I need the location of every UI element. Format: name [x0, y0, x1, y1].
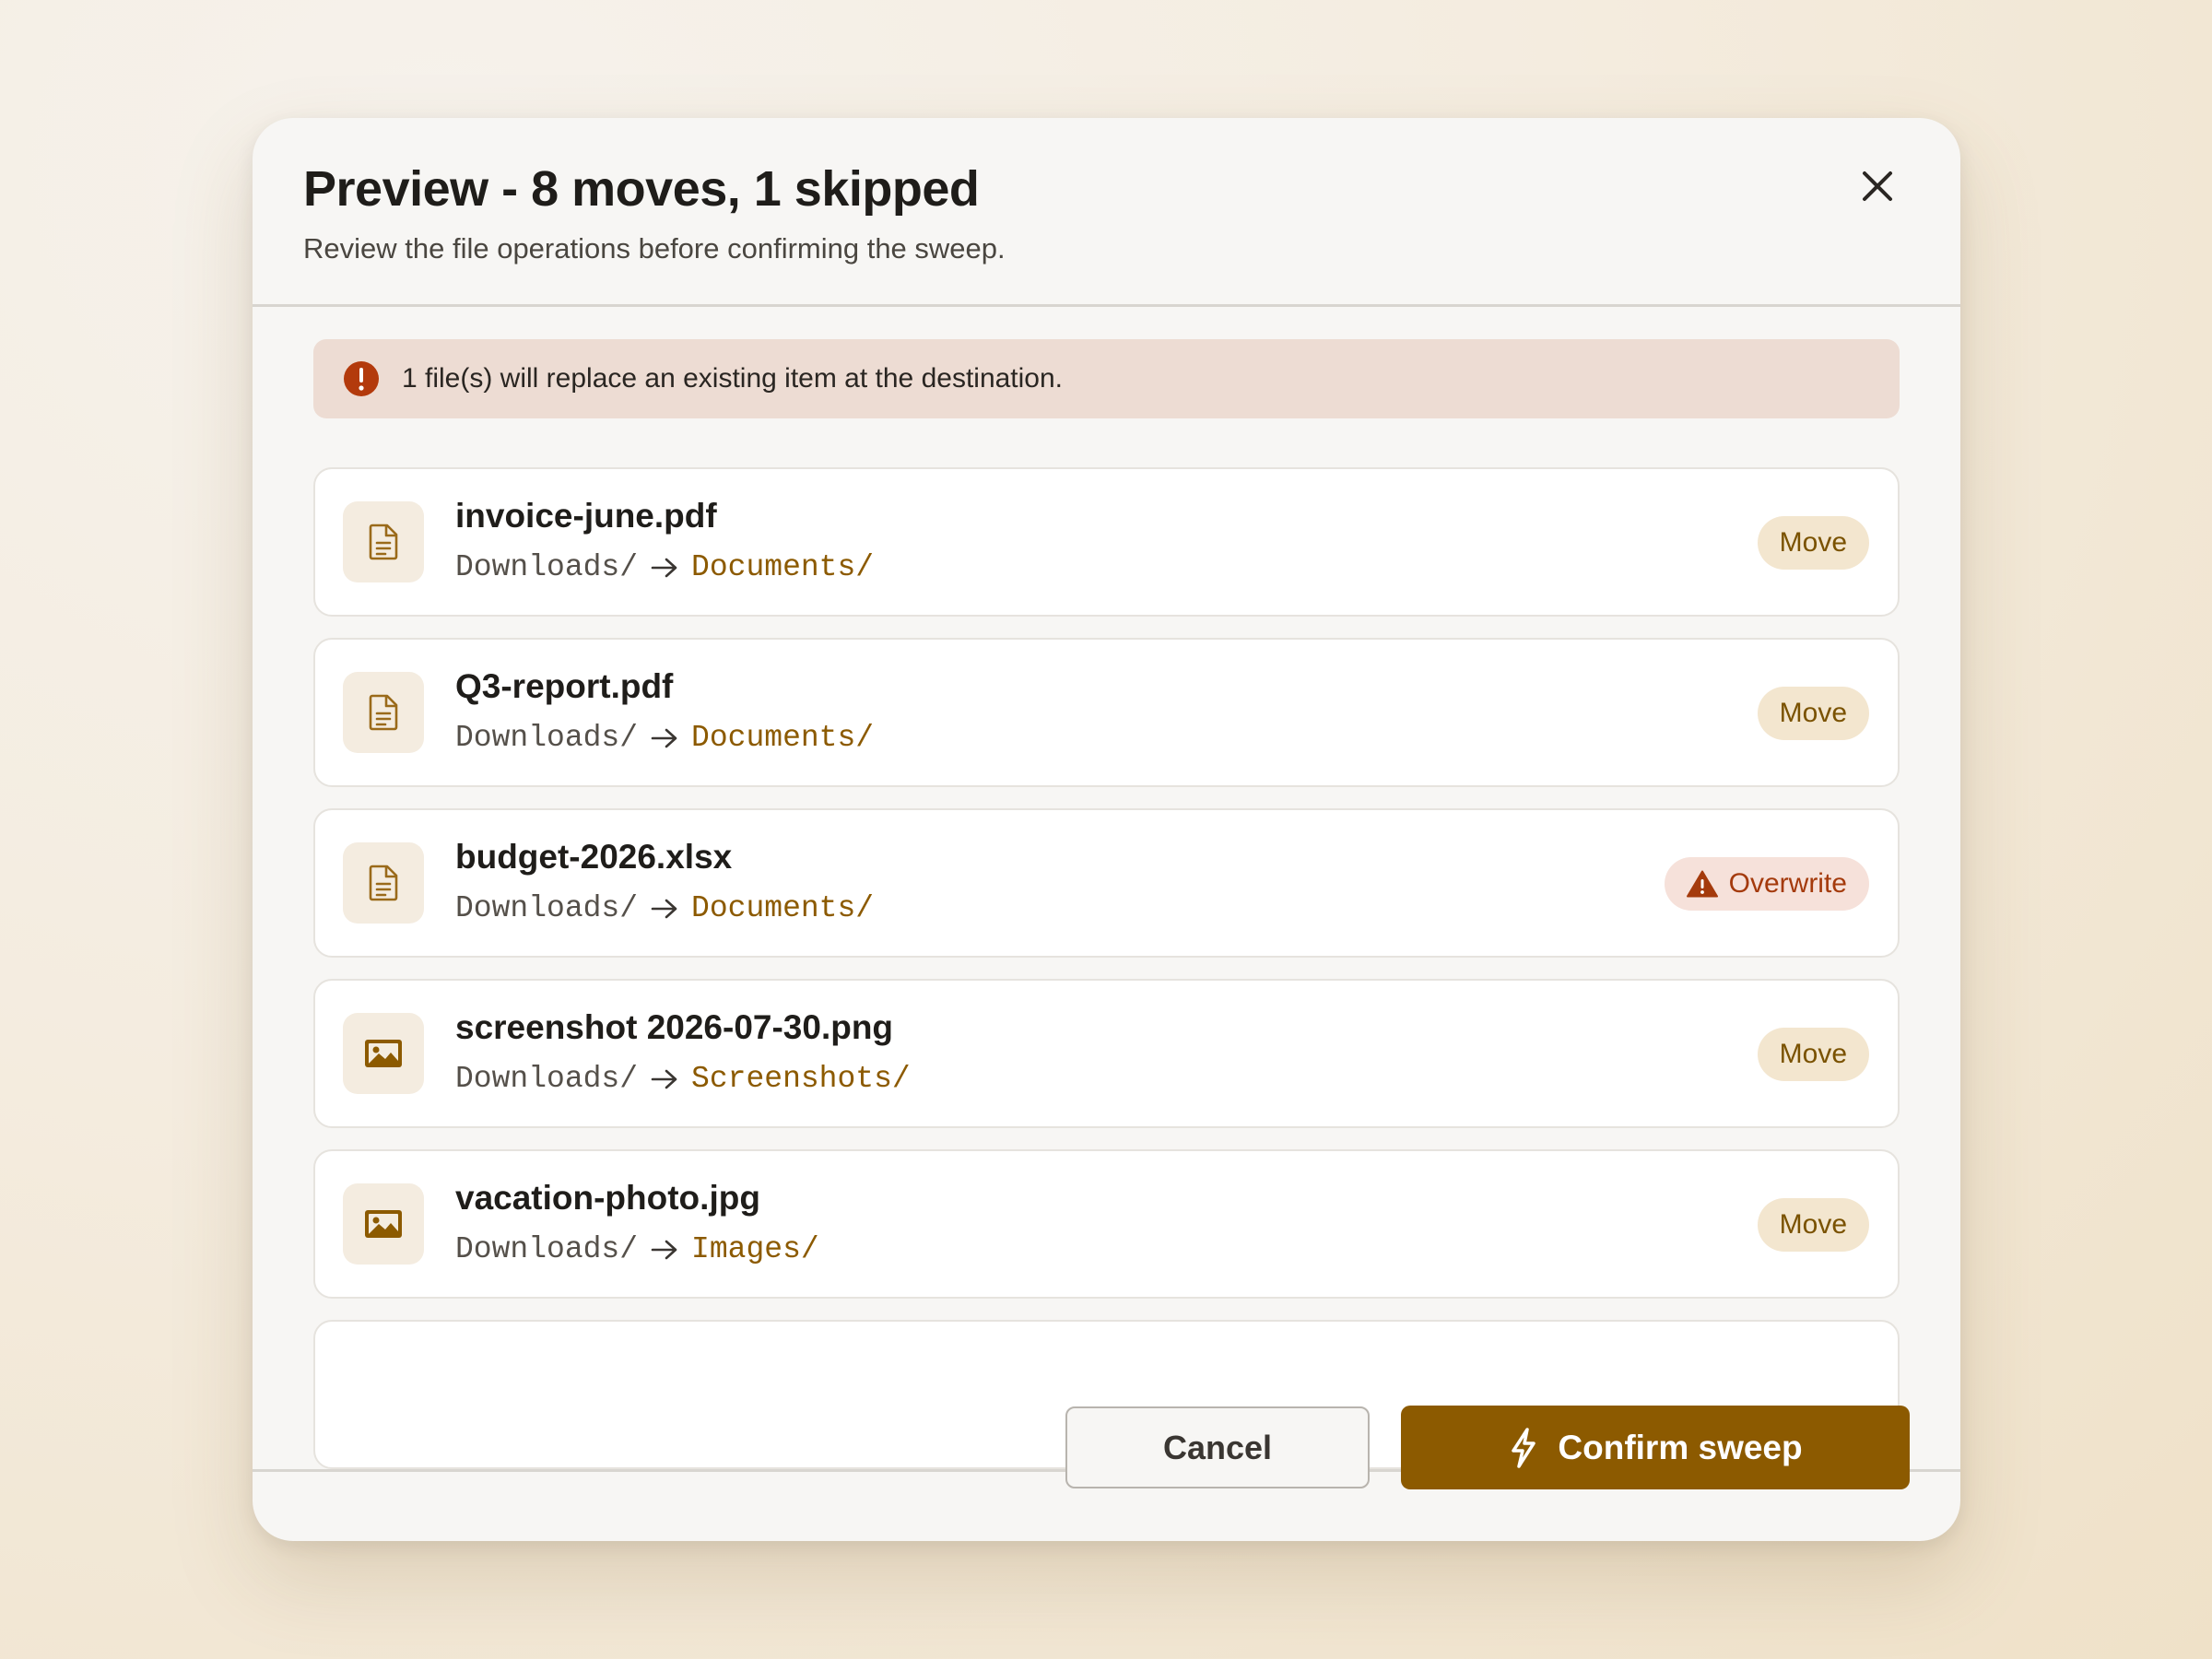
document-icon [369, 865, 398, 901]
sweep-preview-dialog: Preview - 8 moves, 1 skipped Review the … [253, 118, 1960, 1541]
file-type-icon-wrap [343, 1013, 424, 1094]
destination-folder: Documents/ [691, 891, 875, 925]
destination-folder: Images/ [691, 1232, 819, 1266]
file-row[interactable]: Q3-report.pdf Downloads/ Documents/ Move [313, 638, 1900, 787]
dialog-content[interactable]: 1 file(s) will replace an existing item … [253, 307, 1960, 1469]
confirm-sweep-button[interactable]: Confirm sweep [1401, 1406, 1910, 1489]
source-folder: Downloads/ [455, 1062, 639, 1096]
file-row[interactable]: vacation-photo.jpg Downloads/ Images/ Mo… [313, 1149, 1900, 1299]
source-folder: Downloads/ [455, 1232, 639, 1266]
file-path: Downloads/ Screenshots/ [455, 1062, 911, 1096]
file-type-icon-wrap [343, 672, 424, 753]
close-icon [1863, 171, 1892, 201]
file-name: budget-2026.xlsx [455, 838, 733, 876]
source-folder: Downloads/ [455, 721, 639, 755]
overwrite-alert: 1 file(s) will replace an existing item … [313, 339, 1900, 418]
cancel-button[interactable]: Cancel [1065, 1406, 1370, 1488]
arrow-right-icon [651, 898, 678, 920]
file-name: Q3-report.pdf [455, 667, 674, 705]
badge-label: Overwrite [1728, 868, 1847, 899]
move-badge: Move [1757, 1028, 1869, 1081]
move-badge: Move [1757, 1198, 1869, 1252]
file-path: Downloads/ Images/ [455, 1232, 819, 1266]
overwrite-badge: Overwrite [1664, 857, 1869, 911]
close-button[interactable] [1850, 159, 1905, 214]
source-folder: Downloads/ [455, 550, 639, 584]
file-type-icon-wrap [343, 501, 424, 582]
destination-folder: Documents/ [691, 550, 875, 584]
file-path: Downloads/ Documents/ [455, 891, 874, 925]
file-type-icon-wrap [343, 842, 424, 924]
destination-folder: Screenshots/ [691, 1062, 911, 1096]
arrow-right-icon [651, 1068, 678, 1090]
source-folder: Downloads/ [455, 891, 639, 925]
file-name: vacation-photo.jpg [455, 1179, 760, 1217]
bolt-icon [1512, 1427, 1536, 1468]
file-name: invoice-june.pdf [455, 497, 717, 535]
file-type-icon-wrap [343, 1183, 424, 1265]
file-operations-list: invoice-june.pdf Downloads/ Documents/ M… [313, 467, 1900, 1469]
alert-text: 1 file(s) will replace an existing item … [402, 363, 1064, 394]
document-icon [369, 694, 398, 731]
image-icon [365, 1210, 402, 1238]
confirm-sweep-label: Confirm sweep [1558, 1428, 1803, 1466]
warning-icon [1686, 870, 1718, 898]
error-icon [344, 361, 379, 396]
file-row[interactable]: invoice-june.pdf Downloads/ Documents/ M… [313, 467, 1900, 617]
file-row[interactable]: budget-2026.xlsx Downloads/ Documents/ O… [313, 808, 1900, 958]
file-path: Downloads/ Documents/ [455, 550, 874, 584]
arrow-right-icon [651, 1239, 678, 1261]
file-row[interactable]: screenshot 2026-07-30.png Downloads/ Scr… [313, 979, 1900, 1128]
dialog-subtitle: Review the file operations before confir… [303, 232, 1006, 265]
document-icon [369, 524, 398, 560]
destination-folder: Documents/ [691, 721, 875, 755]
file-name: screenshot 2026-07-30.png [455, 1008, 894, 1046]
arrow-right-icon [651, 727, 678, 749]
move-badge: Move [1757, 516, 1869, 570]
arrow-right-icon [651, 557, 678, 579]
file-path: Downloads/ Documents/ [455, 721, 874, 755]
move-badge: Move [1757, 687, 1869, 740]
dialog-title: Preview - 8 moves, 1 skipped [303, 161, 980, 217]
image-icon [365, 1040, 402, 1067]
dialog-header: Preview - 8 moves, 1 skipped Review the … [253, 118, 1960, 307]
